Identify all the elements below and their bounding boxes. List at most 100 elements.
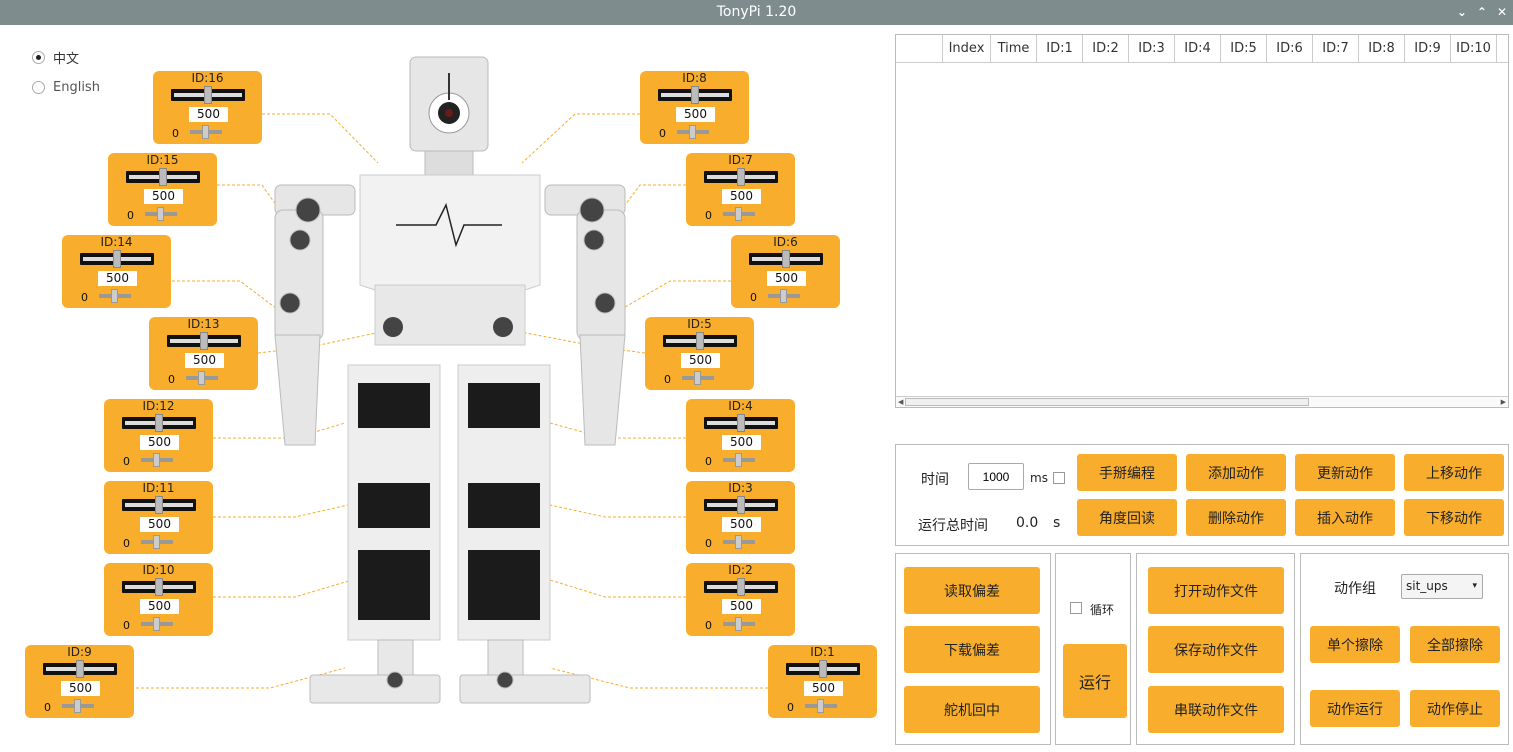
scroll-right-icon[interactable]: ▶ [1501,397,1506,407]
servo-value[interactable]: 500 [144,189,183,204]
servo-position-slider[interactable] [122,496,196,514]
slider-thumb[interactable] [735,207,742,221]
slider-thumb[interactable] [202,125,209,139]
deviation-slider[interactable] [723,617,755,631]
slider-thumb[interactable] [204,86,212,104]
chain-action-file-button[interactable]: 串联动作文件 [1148,686,1284,733]
servo-position-slider[interactable] [786,660,860,678]
deviation-slider[interactable] [99,289,131,303]
servo-position-slider[interactable] [749,250,823,268]
deviation-slider[interactable] [677,125,709,139]
time-input[interactable] [968,463,1024,490]
slider-thumb[interactable] [200,332,208,350]
servo-value[interactable]: 500 [722,435,761,450]
slider-thumb[interactable] [737,168,745,186]
slider-thumb[interactable] [155,414,163,432]
maximize-icon[interactable]: ⌃ [1477,0,1487,25]
add-action-button[interactable]: 添加动作 [1186,454,1286,491]
slider-thumb[interactable] [737,578,745,596]
slider-thumb[interactable] [74,699,81,713]
erase-all-button[interactable]: 全部擦除 [1410,626,1500,663]
slider-thumb[interactable] [689,125,696,139]
slider-thumb[interactable] [111,289,118,303]
time-checkbox[interactable] [1053,472,1065,484]
erase-single-button[interactable]: 单个擦除 [1310,626,1400,663]
slider-thumb[interactable] [153,535,160,549]
slider-thumb[interactable] [198,371,205,385]
slider-thumb[interactable] [157,207,164,221]
deviation-slider[interactable] [141,535,173,549]
delete-action-button[interactable]: 删除动作 [1186,499,1286,536]
servo-value[interactable]: 500 [61,681,100,696]
slider-thumb[interactable] [737,414,745,432]
deviation-slider[interactable] [805,699,837,713]
slider-thumb[interactable] [691,86,699,104]
deviation-slider[interactable] [723,453,755,467]
move-down-button[interactable]: 下移动作 [1404,499,1504,536]
slider-thumb[interactable] [735,617,742,631]
move-up-button[interactable]: 上移动作 [1404,454,1504,491]
servo-position-slider[interactable] [663,332,737,350]
save-action-file-button[interactable]: 保存动作文件 [1148,626,1284,673]
column-header[interactable]: ID:3 [1129,35,1175,62]
action-run-button[interactable]: 动作运行 [1310,690,1400,727]
column-header[interactable]: Time [991,35,1037,62]
slider-thumb[interactable] [155,496,163,514]
deviation-slider[interactable] [190,125,222,139]
read-angle-button[interactable]: 角度回读 [1077,499,1177,536]
servo-value[interactable]: 500 [140,517,179,532]
servo-value[interactable]: 500 [676,107,715,122]
download-deviation-button[interactable]: 下载偏差 [904,626,1040,673]
column-header[interactable] [896,35,943,62]
slider-thumb[interactable] [819,660,827,678]
servo-position-slider[interactable] [126,168,200,186]
servo-position-slider[interactable] [122,578,196,596]
servo-value[interactable]: 500 [722,517,761,532]
slider-thumb[interactable] [780,289,787,303]
servo-position-slider[interactable] [80,250,154,268]
slider-thumb[interactable] [159,168,167,186]
servo-position-slider[interactable] [704,578,778,596]
column-header[interactable]: ID:5 [1221,35,1267,62]
deviation-slider[interactable] [186,371,218,385]
slider-thumb[interactable] [737,496,745,514]
servo-value[interactable]: 500 [140,599,179,614]
deviation-slider[interactable] [723,207,755,221]
servo-position-slider[interactable] [658,86,732,104]
deviation-slider[interactable] [145,207,177,221]
action-stop-button[interactable]: 动作停止 [1410,690,1500,727]
deviation-slider[interactable] [62,699,94,713]
slider-thumb[interactable] [155,578,163,596]
horizontal-scrollbar[interactable]: ◀ ▶ [896,396,1508,407]
action-group-select[interactable]: sit_ups ▾ [1401,574,1483,599]
deviation-slider[interactable] [723,535,755,549]
slider-thumb[interactable] [153,617,160,631]
servo-value[interactable]: 500 [722,599,761,614]
column-header[interactable]: ID:2 [1083,35,1129,62]
column-header[interactable]: ID:9 [1405,35,1451,62]
slider-thumb[interactable] [735,535,742,549]
servo-position-slider[interactable] [43,660,117,678]
slider-thumb[interactable] [76,660,84,678]
deviation-slider[interactable] [768,289,800,303]
servo-position-slider[interactable] [704,168,778,186]
column-header[interactable]: ID:6 [1267,35,1313,62]
close-icon[interactable]: ✕ [1497,0,1507,25]
update-action-button[interactable]: 更新动作 [1295,454,1395,491]
slider-thumb[interactable] [735,453,742,467]
servo-position-slider[interactable] [704,414,778,432]
slider-thumb[interactable] [694,371,701,385]
slider-thumb[interactable] [782,250,790,268]
servo-position-slider[interactable] [122,414,196,432]
read-deviation-button[interactable]: 读取偏差 [904,567,1040,614]
column-header[interactable]: ID:4 [1175,35,1221,62]
servo-position-slider[interactable] [704,496,778,514]
insert-action-button[interactable]: 插入动作 [1295,499,1395,536]
servo-position-slider[interactable] [167,332,241,350]
scroll-left-icon[interactable]: ◀ [898,397,903,407]
action-table[interactable]: Index Time ID:1 ID:2 ID:3 ID:4 ID:5 ID:6 ID:7 ID:… [895,34,1509,408]
deviation-slider[interactable] [141,453,173,467]
column-header[interactable]: ID:7 [1313,35,1359,62]
servo-value[interactable]: 500 [681,353,720,368]
column-header[interactable]: ID:8 [1359,35,1405,62]
